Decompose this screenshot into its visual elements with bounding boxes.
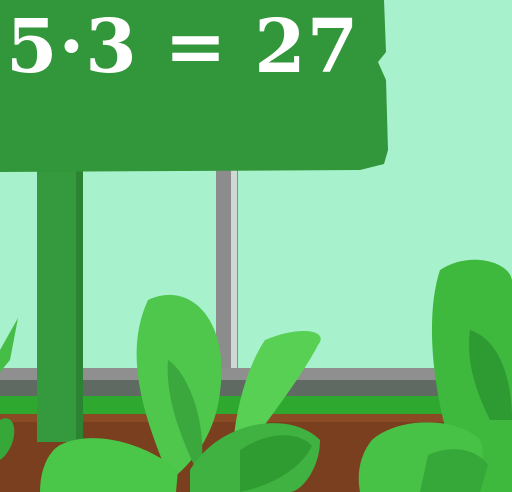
- plant-right: [358, 259, 512, 492]
- equation-text: 5·3 = 27: [6, 4, 360, 90]
- garden-scene: 5·3 = 27: [0, 0, 512, 492]
- plant-left: [0, 318, 18, 460]
- plant-center: [40, 294, 321, 492]
